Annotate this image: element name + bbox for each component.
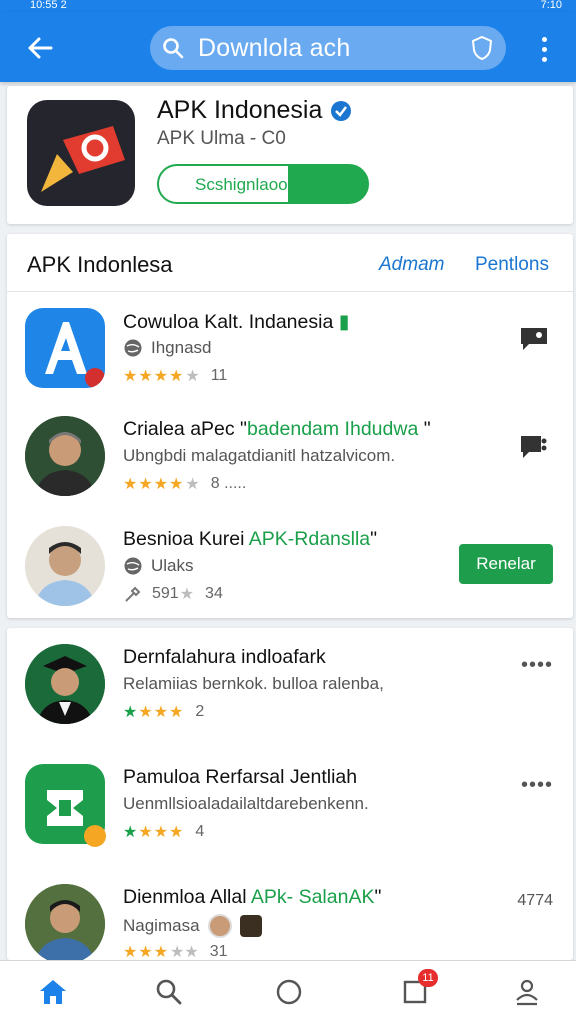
section-title: APK Indonlesa: [27, 252, 173, 277]
nav-square[interactable]: 11: [398, 969, 438, 1009]
list-item[interactable]: Cowuloa Kalt. Indanesia ▮ Ihgnasd ★★★★ ★ 1…: [7, 298, 573, 408]
status-time-left: 10:55 2: [30, 0, 67, 11]
item-rating: ★★★★ ★ 11: [123, 367, 228, 385]
section-link-admam[interactable]: Admam: [379, 254, 444, 276]
item-rating: ★★★ ★★ 31: [123, 943, 228, 961]
app-icon-a: [25, 308, 105, 388]
profile-icon: [516, 979, 538, 1006]
app-title-text: APK Indonesia: [157, 96, 323, 124]
list-item[interactable]: Pamuloa Rerfarsal Jentliah Uenmllsioalad…: [7, 754, 573, 864]
list-item[interactable]: Besnioa Kurei APK-Rdanslla" Ulaks 591 ★ 34…: [7, 516, 573, 626]
home-icon: [40, 980, 66, 1004]
scan-button[interactable]: Scshignlaoor: [157, 164, 369, 204]
wrench-icon: [125, 586, 141, 602]
results-card: APK Indonlesa Admam Pentlons Cowuloa Kal…: [7, 234, 573, 618]
circle-icon: [276, 979, 302, 1005]
chat-icon[interactable]: [519, 326, 549, 357]
item-desc: Ubngbdi malagatdianitl hatzalvicom.: [123, 446, 396, 465]
search-icon: [156, 979, 182, 1005]
globe-icon: [124, 339, 142, 357]
camera-icon: [239, 915, 262, 937]
item-desc: Relamiias bernkok. bulloa ralenba,: [123, 674, 384, 693]
item-rating: ★ ★★★ 2: [123, 703, 205, 721]
item-name: Besnioa Kurei APK-Rdanslla": [123, 528, 378, 550]
more-menu-button[interactable]: [532, 32, 556, 66]
app-subtitle: APK Ulma - C0: [157, 128, 286, 149]
verified-icon: [331, 100, 352, 121]
shield-icon[interactable]: [470, 35, 494, 61]
notification-badge: 11: [418, 969, 438, 987]
nav-search[interactable]: [152, 975, 186, 1009]
avatar-person: [25, 526, 105, 606]
item-rating: 591 ★ 34: [123, 584, 223, 604]
item-name: Cowuloa Kalt. Indanesia ▮: [123, 311, 350, 333]
search-icon: [163, 38, 184, 59]
app-header-card: APK Indonesia APK Ulma - C0 Scshignlaoor: [7, 86, 573, 224]
item-desc: Uenmllsioaladailaltdarebenkenn.: [123, 794, 369, 813]
mini-avatar: [207, 914, 232, 938]
avatar-person: [25, 884, 105, 964]
search-input[interactable]: Downlola ach: [150, 26, 506, 70]
install-button[interactable]: Renelar: [459, 544, 553, 584]
app-icon-green: [25, 764, 106, 847]
item-desc: Nagimasa: [123, 914, 262, 938]
item-name: Dernfalahura indloafark: [123, 646, 326, 668]
back-arrow-icon: [28, 37, 53, 59]
more-results-card: Dernfalahura indloafark Relamiias bernko…: [7, 628, 573, 964]
list-item[interactable]: Dernfalahura indloafark Relamiias bernko…: [7, 634, 573, 744]
search-query: Downlola ach: [198, 33, 351, 62]
item-desc: Ulaks: [123, 556, 194, 576]
more-horizontal-icon[interactable]: ••••: [521, 654, 553, 677]
app-title: APK Indonesia: [157, 96, 352, 125]
nav-circle[interactable]: [272, 975, 306, 1009]
item-right-number: 4774: [517, 892, 553, 909]
back-button[interactable]: [22, 30, 58, 66]
item-name: Crialea aPec "badendam Ihdudwa ": [123, 418, 431, 440]
chat-icon[interactable]: [519, 434, 549, 465]
scan-button-label: Scshignlaoor: [195, 175, 294, 194]
avatar-person: [25, 416, 105, 496]
section-link-pentlons[interactable]: Pentlons: [475, 254, 549, 276]
app-bar: Downlola ach: [0, 12, 576, 82]
item-name: Pamuloa Rerfarsal Jentliah: [123, 766, 358, 788]
nav-home[interactable]: [36, 975, 70, 1009]
item-name: Dienmloa Allal APk- SalanAK": [123, 886, 382, 908]
list-item[interactable]: Crialea aPec "badendam Ihdudwa " Ubngbdi…: [7, 406, 573, 516]
item-desc: Ihgnasd: [123, 338, 212, 358]
section-header: APK Indonlesa Admam Pentlons: [7, 234, 573, 292]
status-bar: 10:55 2 7:10: [0, 0, 576, 12]
more-horizontal-icon[interactable]: ••••: [521, 774, 553, 797]
item-rating: ★ ★★★ 4: [123, 823, 205, 841]
nav-profile[interactable]: [510, 975, 544, 1009]
status-time: 7:10: [540, 0, 562, 11]
globe-icon: [124, 557, 142, 575]
avatar-person: [25, 644, 105, 724]
bottom-navigation: 11: [0, 960, 576, 1024]
item-rating: ★★★★ ★ 8 .....: [123, 475, 247, 493]
app-logo: [27, 100, 135, 206]
